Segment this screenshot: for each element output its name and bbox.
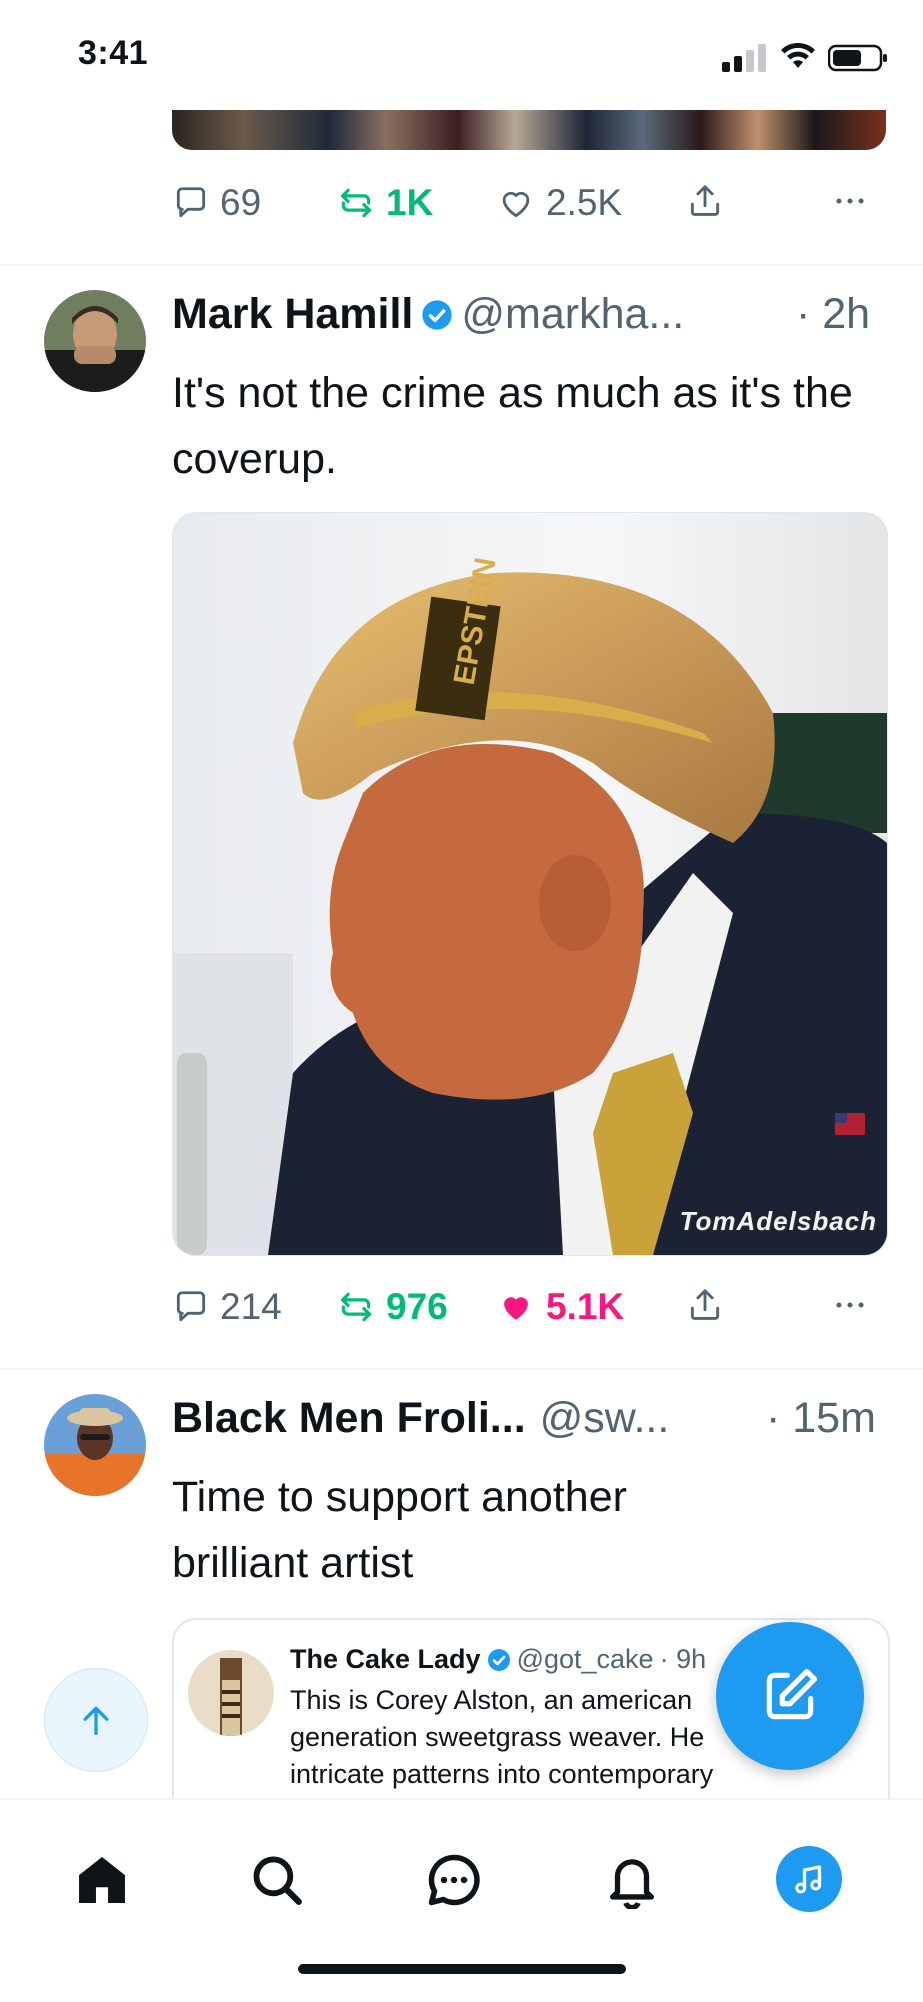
author-handle[interactable]: @markha... — [461, 290, 684, 339]
compose-tweet-button[interactable] — [716, 1622, 864, 1770]
author-handle[interactable]: @sw... — [540, 1394, 670, 1443]
author-name[interactable]: Black Men Froli... — [172, 1394, 526, 1443]
nav-notifications[interactable] — [600, 1848, 664, 1912]
nav-home[interactable] — [70, 1848, 134, 1912]
author-avatar-image — [44, 290, 146, 392]
quoted-avatar-image — [188, 1650, 274, 1736]
retweet-icon — [340, 1292, 372, 1322]
arrow-up-icon — [83, 1706, 109, 1735]
home-indicator — [298, 1964, 626, 1974]
share-button[interactable] — [686, 182, 724, 220]
search-icon — [253, 1856, 302, 1905]
more-icon — [836, 198, 864, 204]
compose-icon — [766, 1668, 818, 1720]
quoted-author-avatar — [188, 1650, 274, 1736]
previous-tweet-media[interactable] — [172, 110, 886, 150]
notifications-icon — [610, 1859, 654, 1909]
tweet-text: It's not the crime as much as it's the c… — [172, 369, 853, 483]
author-name[interactable]: Mark Hamill — [172, 290, 413, 339]
tweet-text: Time to support another brilliant artist — [172, 1473, 627, 1587]
wifi-icon — [781, 42, 815, 68]
music-note-icon — [795, 1865, 822, 1894]
messages-icon — [428, 1854, 480, 1906]
like-count: 2.5K — [546, 182, 623, 223]
quoted-text-line: intricate patterns into contemporary — [290, 1759, 714, 1789]
like-button[interactable]: 2.5K — [496, 182, 622, 224]
like-button[interactable]: 5.1K — [496, 1286, 624, 1328]
more-options-button[interactable] — [828, 1286, 872, 1324]
reply-icon — [176, 187, 206, 218]
quoted-author-name: The Cake Lady — [290, 1644, 481, 1674]
more-icon — [836, 1302, 864, 1308]
reply-count: 69 — [220, 182, 262, 223]
retweet-button[interactable]: 976 — [336, 1286, 448, 1328]
share-icon — [690, 185, 720, 216]
image-watermark: TomAdelsbach — [679, 1206, 877, 1236]
avatar[interactable] — [44, 290, 146, 392]
more-options-button[interactable] — [828, 182, 872, 220]
tweet-photo: EPSTEIN — [173, 513, 887, 1255]
heart-filled-icon — [504, 1297, 528, 1320]
retweet-icon — [340, 188, 372, 218]
verified-badge-icon — [422, 299, 453, 330]
share-icon — [690, 1289, 720, 1320]
reply-icon — [176, 1291, 206, 1322]
retweet-count: 1K — [386, 182, 434, 223]
tweet-divider — [0, 264, 923, 266]
battery-icon — [828, 44, 887, 72]
retweet-button[interactable]: 1K — [336, 182, 433, 224]
tweet-time[interactable]: · 2h — [796, 290, 870, 339]
tweet-image[interactable]: EPSTEIN TomAdelsbach — [172, 512, 888, 1256]
verified-badge-icon — [487, 1648, 510, 1671]
reply-count: 214 — [220, 1286, 282, 1327]
nav-spaces[interactable] — [776, 1846, 842, 1912]
quoted-author-handle: @got_cake — [516, 1644, 654, 1674]
author-avatar-image — [44, 1394, 146, 1496]
reply-button[interactable]: 69 — [172, 182, 261, 224]
tweet-time[interactable]: · 15m — [766, 1394, 876, 1443]
status-time: 3:41 — [78, 34, 149, 72]
home-icon — [79, 1857, 125, 1903]
heart-outline-icon — [502, 191, 530, 218]
scroll-to-top-button[interactable] — [44, 1668, 148, 1772]
share-button[interactable] — [686, 1286, 724, 1324]
like-count: 5.1K — [546, 1286, 625, 1327]
nav-search[interactable] — [245, 1848, 309, 1912]
retweet-count: 976 — [386, 1286, 448, 1327]
nav-messages[interactable] — [422, 1848, 486, 1912]
avatar[interactable] — [44, 1394, 146, 1496]
reply-button[interactable]: 214 — [172, 1286, 282, 1328]
tweet-divider — [0, 1368, 923, 1370]
quoted-tweet-time: · 9h — [659, 1644, 707, 1674]
cellular-signal-icon — [722, 44, 766, 72]
